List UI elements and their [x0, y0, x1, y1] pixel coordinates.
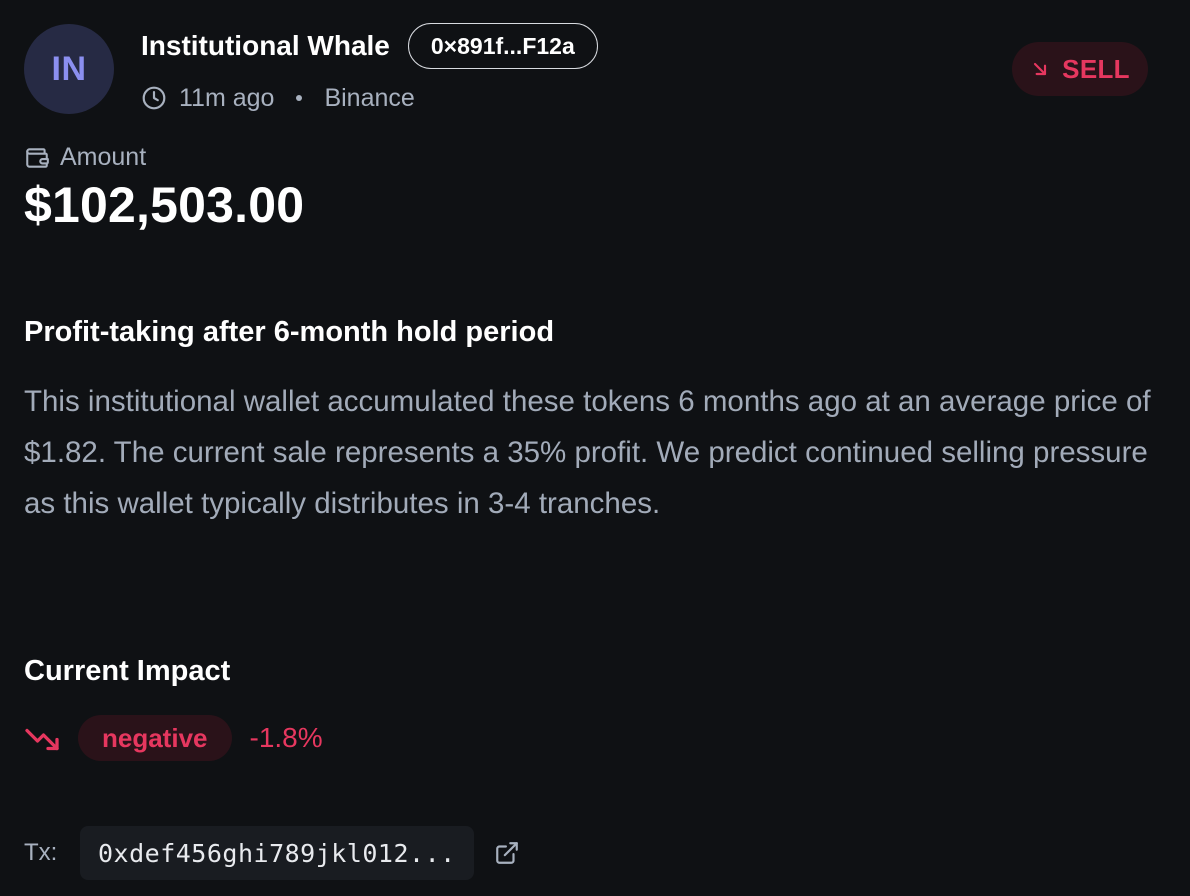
tx-label: Tx:: [24, 839, 58, 866]
clock-icon: [141, 85, 167, 111]
sell-badge: SELL: [1012, 42, 1148, 96]
impact-row: negative -1.8%: [24, 715, 323, 761]
impact-change: -1.8%: [249, 722, 323, 753]
separator-dot: [296, 95, 303, 101]
wallet-address-badge[interactable]: 0×891f...F12a: [407, 23, 598, 69]
avatar: IN: [24, 24, 114, 114]
wallet-meta: 11m ago Binance: [141, 78, 415, 118]
external-link-icon[interactable]: [494, 840, 520, 866]
analysis-body: This institutional wallet accumulated th…: [24, 385, 1151, 520]
wallet-header: Institutional Whale 0×891f...F12a: [141, 22, 598, 70]
wallet-name: Institutional Whale: [141, 30, 390, 61]
amount-label-row: Amount: [24, 143, 146, 172]
wallet-icon: [24, 145, 50, 171]
tx-hash[interactable]: 0xdef456ghi789jkl012...: [80, 826, 474, 880]
impact-sentiment-badge: negative: [78, 715, 232, 761]
trending-down-icon: [24, 723, 60, 753]
whale-alert-card: IN Institutional Whale 0×891f...F12a 11m…: [0, 0, 1190, 896]
tx-row: Tx: 0xdef456ghi789jkl012...: [24, 826, 520, 880]
time-ago: 11m ago: [179, 83, 275, 112]
amount-label: Amount: [60, 143, 147, 171]
sell-label: SELL: [1062, 53, 1130, 84]
exchange-name: Binance: [324, 83, 415, 112]
analysis-title: Profit-taking after 6-month hold period: [24, 316, 555, 348]
amount-value: $102,503.00: [24, 177, 305, 233]
arrow-down-right-icon: [1030, 59, 1050, 79]
impact-title: Current Impact: [24, 655, 231, 687]
avatar-initials: IN: [51, 49, 87, 88]
